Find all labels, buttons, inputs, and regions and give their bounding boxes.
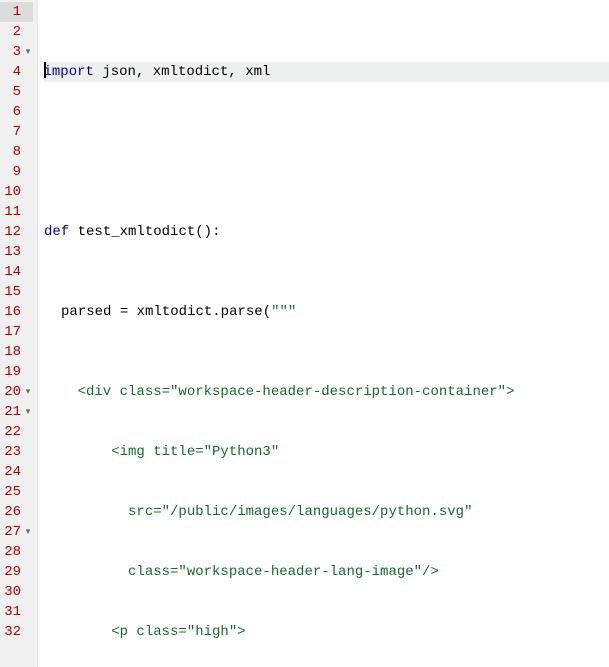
gutter-line[interactable]: 17 xyxy=(0,322,33,342)
code-line[interactable]: <div class="workspace-header-description… xyxy=(44,382,609,402)
gutter-line[interactable]: 27▾ xyxy=(0,522,33,542)
gutter-line[interactable]: 12 xyxy=(0,222,33,242)
gutter-line[interactable]: 3▾ xyxy=(0,42,33,62)
gutter-line[interactable]: 6 xyxy=(0,102,33,122)
code-line[interactable]: src="/public/images/languages/python.svg… xyxy=(44,502,609,522)
code-line[interactable]: import json, xmltodict, xml xyxy=(44,62,609,82)
gutter-line[interactable]: 32 xyxy=(0,622,33,642)
gutter-line[interactable]: 4 xyxy=(0,62,33,82)
fold-icon[interactable]: ▾ xyxy=(23,42,33,62)
gutter-line[interactable]: 22 xyxy=(0,422,33,442)
line-number-gutter: 1 2 3▾ 4 5 6 7 8 9 10 11 12 13 14 15 16 … xyxy=(0,0,38,667)
code-editor[interactable]: 1 2 3▾ 4 5 6 7 8 9 10 11 12 13 14 15 16 … xyxy=(0,0,609,667)
gutter-line[interactable]: 20▾ xyxy=(0,382,33,402)
gutter-line[interactable]: 21▾ xyxy=(0,402,33,422)
gutter-line[interactable]: 16 xyxy=(0,302,33,322)
gutter-line[interactable]: 23 xyxy=(0,442,33,462)
gutter-line[interactable]: 14 xyxy=(0,262,33,282)
gutter-line[interactable]: 24 xyxy=(0,462,33,482)
fold-icon[interactable]: ▾ xyxy=(23,382,33,402)
code-line[interactable]: class="workspace-header-lang-image"/> xyxy=(44,562,609,582)
gutter-line[interactable]: 31 xyxy=(0,602,33,622)
gutter-line[interactable]: 5 xyxy=(0,82,33,102)
fold-icon[interactable]: ▾ xyxy=(23,522,33,542)
gutter-line[interactable]: 8 xyxy=(0,142,33,162)
gutter-line[interactable]: 1 xyxy=(0,2,33,22)
gutter-line[interactable]: 15 xyxy=(0,282,33,302)
gutter-line[interactable]: 28 xyxy=(0,542,33,562)
gutter-line[interactable]: 13 xyxy=(0,242,33,262)
gutter-line[interactable]: 30 xyxy=(0,582,33,602)
fold-icon[interactable]: ▾ xyxy=(23,402,33,422)
gutter-line[interactable]: 26 xyxy=(0,502,33,522)
gutter-line[interactable]: 7 xyxy=(0,122,33,142)
code-line[interactable]: parsed = xmltodict.parse(""" xyxy=(44,302,609,322)
code-area[interactable]: import json, xmltodict, xml def test_xml… xyxy=(38,0,609,667)
gutter-line[interactable]: 10 xyxy=(0,182,33,202)
gutter-line[interactable]: 25 xyxy=(0,482,33,502)
gutter-line[interactable]: 11 xyxy=(0,202,33,222)
code-line[interactable]: <img title="Python3" xyxy=(44,442,609,462)
gutter-line[interactable]: 18 xyxy=(0,342,33,362)
gutter-line[interactable]: 2 xyxy=(0,22,33,42)
code-line[interactable]: def test_xmltodict(): xyxy=(44,222,609,242)
code-line[interactable]: <p class="high"> xyxy=(44,622,609,642)
gutter-line[interactable]: 9 xyxy=(0,162,33,182)
code-line[interactable] xyxy=(44,142,609,162)
gutter-line[interactable]: 29 xyxy=(0,562,33,582)
gutter-line[interactable]: 19 xyxy=(0,362,33,382)
